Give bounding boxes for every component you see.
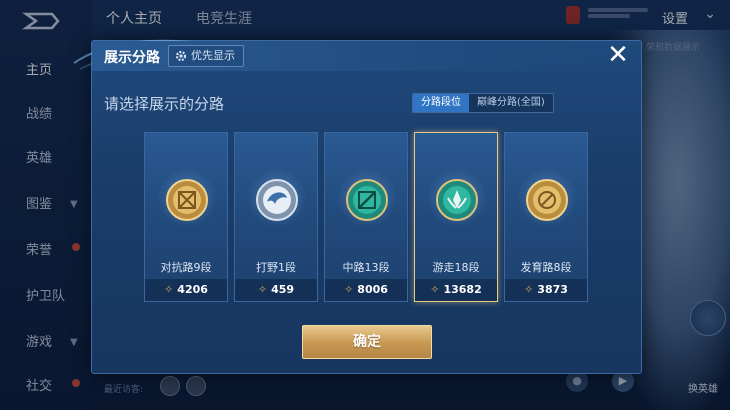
- dialog-header: 展示分路 优先显示 ✕: [92, 41, 641, 71]
- dialog-title: 展示分路: [104, 50, 160, 66]
- clash-lane-medal-icon: [166, 179, 208, 221]
- farm-lane-medal-icon: [526, 179, 568, 221]
- lane-card-farm[interactable]: 发育路8段 ✧ 3873: [504, 132, 588, 302]
- close-icon[interactable]: ✕: [605, 42, 631, 69]
- lane-card-name: 打野1段: [256, 261, 296, 274]
- lane-card-roam[interactable]: 游走18段 ✧ 13682: [414, 132, 498, 302]
- points-icon: ✧: [257, 283, 268, 296]
- lane-card-score: ✧ 4206: [145, 279, 227, 301]
- lane-card-name: 中路13段: [342, 261, 390, 274]
- points-icon: ✧: [164, 283, 174, 296]
- gear-icon: [175, 50, 187, 62]
- lane-score-value: 459: [271, 283, 295, 296]
- lane-card-score: ✧ 3873: [505, 279, 587, 301]
- lane-score-value: 13682: [443, 283, 482, 296]
- lane-card-mid[interactable]: 中路13段 ✧ 8006: [324, 132, 408, 302]
- roam-medal-icon: [436, 179, 478, 221]
- tab-lane-rank[interactable]: 分路段位: [413, 94, 469, 112]
- lane-score-value: 8006: [357, 283, 388, 296]
- mid-lane-medal-icon: [346, 179, 388, 221]
- jungle-medal-icon: [256, 179, 298, 221]
- lane-card-clash[interactable]: 对抗路9段 ✧ 4206: [144, 132, 228, 302]
- lane-card-name: 游走18段: [432, 261, 480, 274]
- confirm-button[interactable]: 确定: [302, 325, 432, 359]
- lane-card-name: 发育路8段: [520, 261, 572, 274]
- lane-card-score: ✧ 13682: [415, 279, 497, 301]
- lane-score-value: 3873: [537, 283, 568, 296]
- priority-display-label: 优先显示: [191, 49, 235, 62]
- points-icon: ✧: [524, 283, 534, 296]
- points-icon: ✧: [430, 283, 440, 296]
- priority-display-button[interactable]: 优先显示: [168, 45, 244, 67]
- select-lane-prompt: 请选择展示的分路: [104, 95, 225, 113]
- lane-display-dialog: 展示分路 优先显示 ✕ 请选择展示的分路 分路段位 巅峰分路(全国) 对抗路9段…: [73, 39, 642, 374]
- points-icon: ✧: [344, 283, 354, 296]
- lane-mode-toggle: 分路段位 巅峰分路(全国): [412, 93, 554, 113]
- lane-card-jungle[interactable]: 打野1段 ✧ 459: [234, 132, 318, 302]
- tab-peak-lane[interactable]: 巅峰分路(全国): [469, 94, 553, 112]
- lane-card-score: ✧ 459: [235, 279, 317, 301]
- lane-card-name: 对抗路9段: [160, 261, 212, 274]
- lane-card-score: ✧ 8006: [325, 279, 407, 301]
- lane-score-value: 4206: [177, 283, 208, 296]
